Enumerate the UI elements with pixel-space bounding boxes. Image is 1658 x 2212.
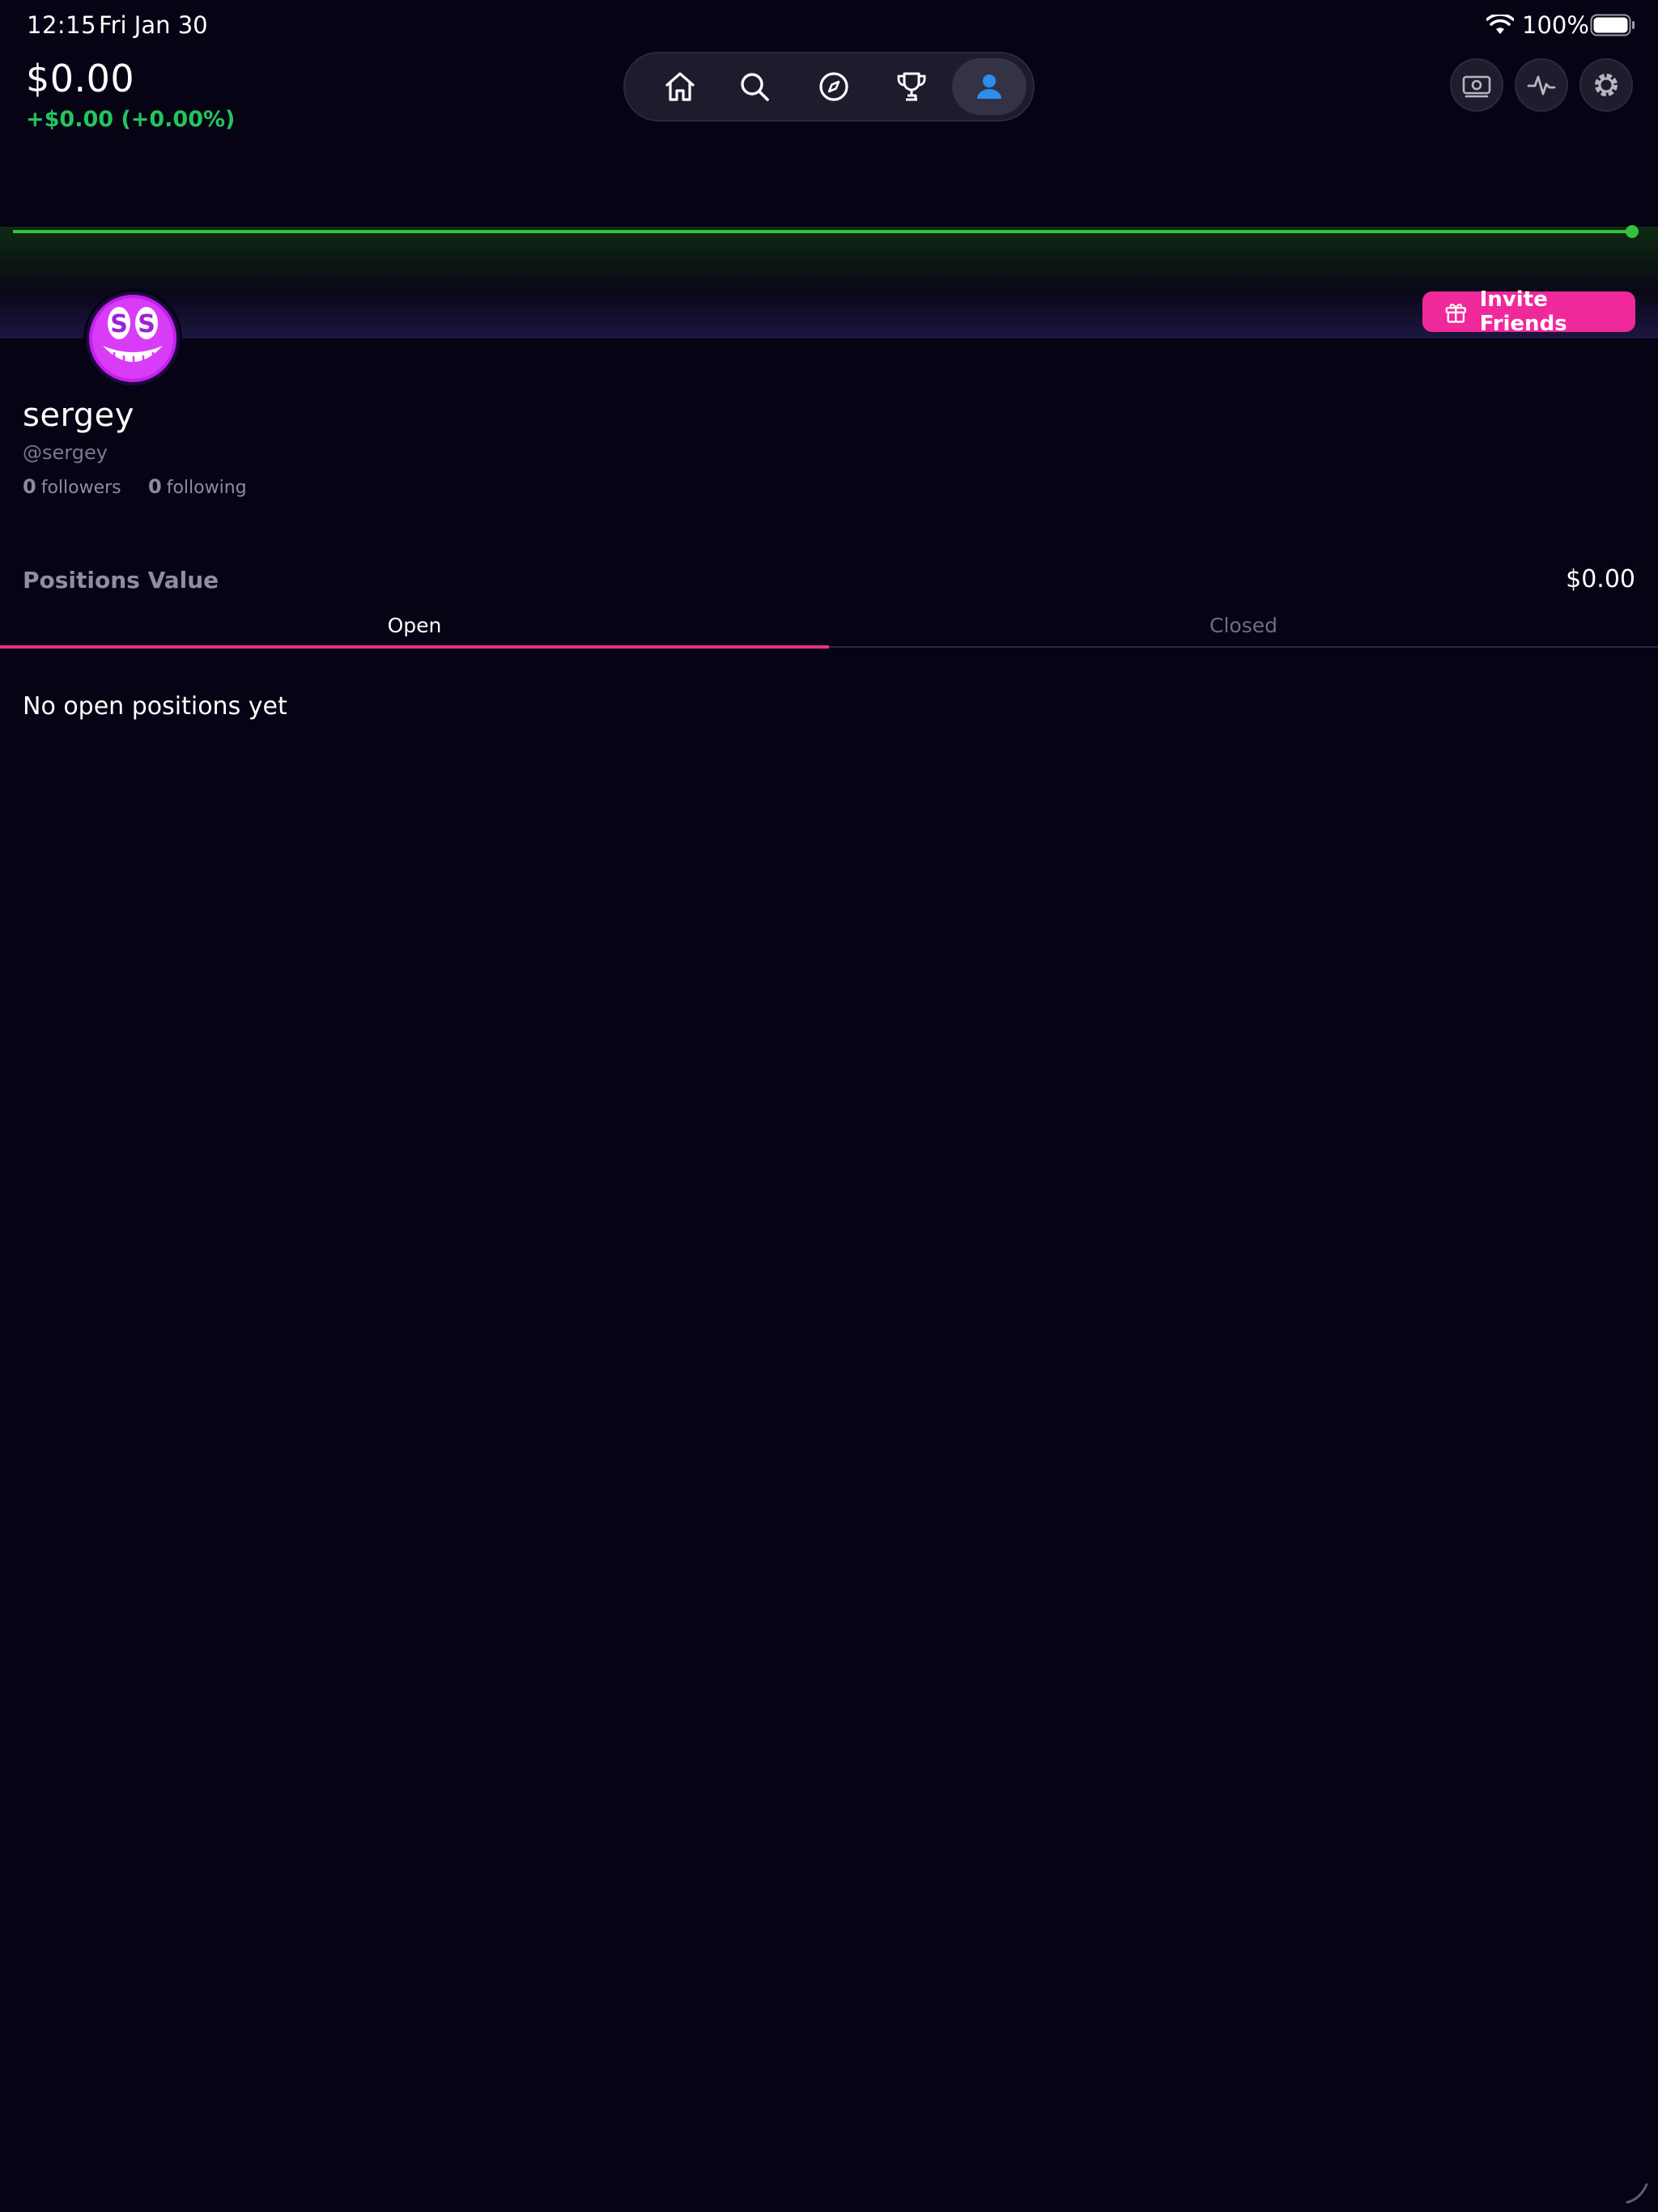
- tab-active-indicator: [0, 645, 829, 649]
- home-icon: [665, 72, 695, 101]
- portfolio-chart-area: [0, 227, 1658, 338]
- positions-value-label: Positions Value: [23, 567, 219, 593]
- money-face-avatar-icon: S S: [86, 291, 180, 385]
- battery-icon: [1590, 14, 1635, 36]
- status-date: Fri Jan 30: [99, 11, 208, 39]
- followers-number: 0: [23, 475, 36, 498]
- cash-button[interactable]: [1450, 58, 1503, 112]
- activity-icon: [1527, 75, 1556, 96]
- svg-text:S: S: [110, 310, 128, 338]
- nav-profile[interactable]: [952, 58, 1027, 115]
- followers-count[interactable]: 0 followers: [23, 475, 121, 498]
- positions-value: $0.00: [1566, 565, 1635, 593]
- gear-icon: [1595, 74, 1618, 96]
- portfolio-balance: $0.00: [26, 57, 135, 100]
- search-icon: [741, 73, 769, 101]
- nav-leaderboard[interactable]: [874, 58, 949, 115]
- portfolio-chart-line: [13, 225, 1639, 238]
- tab-divider: [829, 646, 1658, 648]
- wifi-icon: [1486, 15, 1514, 34]
- invite-friends-button[interactable]: Invite Friends: [1422, 287, 1635, 336]
- empty-positions-message: No open positions yet: [23, 692, 287, 721]
- following-number: 0: [148, 475, 162, 498]
- nav-explore[interactable]: [797, 58, 871, 115]
- profile-icon: [977, 74, 1001, 99]
- nav-home[interactable]: [643, 58, 717, 115]
- nav-search[interactable]: [717, 58, 792, 115]
- svg-text:S: S: [138, 310, 155, 338]
- portfolio-change: +$0.00 (+0.00%): [26, 107, 236, 132]
- battery-percent: 100%: [1522, 11, 1589, 39]
- tab-open[interactable]: Open: [0, 614, 829, 637]
- following-count[interactable]: 0 following: [148, 475, 247, 498]
- following-label: following: [166, 478, 247, 498]
- avatar[interactable]: S S: [83, 289, 182, 388]
- gift-icon: [1445, 304, 1466, 323]
- tab-closed[interactable]: Closed: [829, 614, 1658, 637]
- trophy-icon: [897, 72, 926, 101]
- invite-friends-label: Invite Friends: [1479, 287, 1567, 336]
- status-time: 12:15: [27, 11, 97, 39]
- resize-grip-icon: [1626, 2183, 1648, 2204]
- profile-handle: @sergey: [23, 441, 108, 464]
- cash-icon: [1462, 75, 1491, 98]
- main-nav: [623, 52, 1035, 121]
- followers-label: followers: [40, 478, 121, 498]
- profile-name: sergey: [23, 397, 134, 434]
- activity-button[interactable]: [1515, 58, 1568, 112]
- settings-button[interactable]: [1579, 58, 1633, 112]
- compass-icon: [819, 72, 848, 101]
